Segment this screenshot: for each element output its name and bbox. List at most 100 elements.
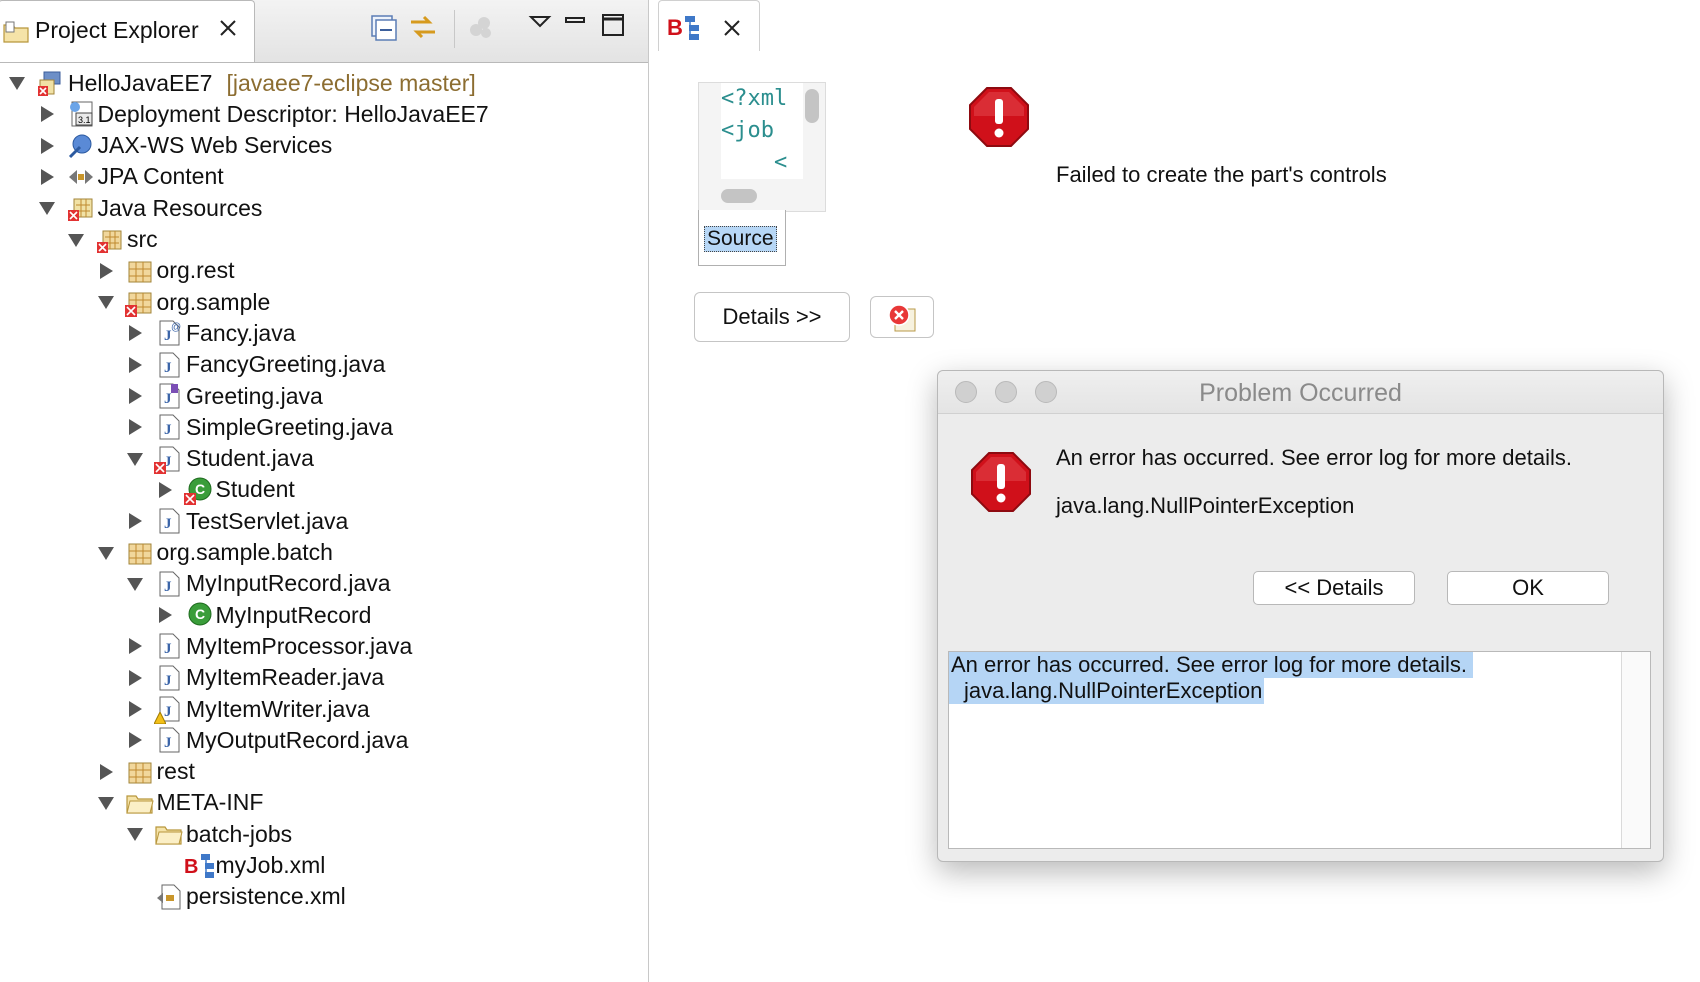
tree-item[interactable]: J Greeting.java <box>126 379 323 413</box>
tree-item-label: HelloJavaEE7 <box>68 69 213 96</box>
source-tab-label: Source <box>704 226 777 252</box>
collapse-all-icon[interactable] <box>368 12 398 42</box>
dialog-exception: java.lang.NullPointerException <box>1056 493 1355 518</box>
collapsed-arrow-icon[interactable] <box>38 105 56 123</box>
vertical-scrollbar[interactable] <box>805 89 819 123</box>
collapsed-arrow-icon[interactable] <box>97 262 115 280</box>
tree-item[interactable]: J MyOutputRecord.java <box>126 723 408 757</box>
expanded-arrow-icon[interactable] <box>67 231 85 249</box>
xml-line: < <box>721 150 788 175</box>
tree-item[interactable]: batch-jobs <box>126 817 292 851</box>
tree-item-label: Java Resources <box>97 194 263 221</box>
tree-item[interactable]: JPA Content <box>38 160 224 194</box>
tab-source[interactable]: Source <box>698 210 786 266</box>
tree-item[interactable]: J TestServlet.java <box>126 504 348 538</box>
tree-item[interactable]: J SimpleGreeting.java <box>126 410 393 444</box>
xml-source-preview[interactable]: <?xml <job < <box>698 82 826 212</box>
tree-item-label: JAX-WS Web Services <box>97 132 333 159</box>
jpa-icon <box>66 162 96 192</box>
ok-button[interactable]: OK <box>1447 571 1609 605</box>
tree-item[interactable]: src <box>67 223 158 257</box>
tree-item[interactable]: J Student.java <box>126 442 314 476</box>
tree-item[interactable]: org.sample <box>97 285 270 319</box>
expanded-arrow-icon[interactable] <box>8 74 26 92</box>
collapsed-arrow-icon[interactable] <box>126 700 144 718</box>
collapsed-arrow-icon[interactable] <box>126 418 144 436</box>
collapsed-arrow-icon[interactable] <box>126 324 144 342</box>
filter-icon[interactable] <box>466 12 496 42</box>
explorer-tab-bar: Project Explorer <box>0 0 648 63</box>
expanded-arrow-icon[interactable] <box>126 825 144 843</box>
tree-item[interactable]: J MyItemReader.java <box>126 661 384 695</box>
package-icon <box>125 256 155 286</box>
collapsed-arrow-icon[interactable] <box>126 731 144 749</box>
collapsed-arrow-icon[interactable] <box>126 387 144 405</box>
tree-item[interactable]: JAX-WS Web Services <box>38 129 333 163</box>
details-button[interactable]: Details >> <box>694 292 850 342</box>
collapsed-arrow-icon[interactable] <box>38 137 56 155</box>
tree-item-label: SimpleGreeting.java <box>186 413 394 440</box>
java-file-icon: J <box>154 506 184 536</box>
java-file-icon: J <box>154 412 184 442</box>
collapsed-arrow-icon[interactable] <box>126 512 144 530</box>
minimize-icon[interactable] <box>564 12 594 42</box>
tree-item-label: TestServlet.java <box>186 507 349 534</box>
tree-item[interactable]: Java Resources <box>38 191 263 225</box>
tree-item[interactable]: META-INF <box>97 786 263 820</box>
tree-item[interactable]: J FancyGreeting.java <box>126 348 385 382</box>
close-icon[interactable] <box>721 17 743 44</box>
close-icon[interactable] <box>217 17 239 46</box>
open-error-log-button[interactable] <box>870 296 934 338</box>
dialog-title-bar[interactable]: Problem Occurred <box>938 371 1663 414</box>
expanded-arrow-icon[interactable] <box>97 293 115 311</box>
expanded-arrow-icon[interactable] <box>126 450 144 468</box>
package-icon <box>125 757 155 787</box>
link-with-editor-icon[interactable] <box>407 12 437 42</box>
project-explorer-panel: Project Explorer HelloJavaEE7 [javaee7-ec… <box>0 0 649 982</box>
horizontal-scrollbar[interactable] <box>721 189 757 203</box>
collapsed-arrow-icon[interactable] <box>156 606 174 624</box>
tree-item[interactable]: org.rest <box>97 254 234 288</box>
view-menu-icon[interactable] <box>528 12 558 42</box>
tree-item[interactable]: 3.1 Deployment Descriptor: HelloJavaEE7 <box>38 97 489 131</box>
tree-item[interactable]: J @ Fancy.java <box>126 316 296 350</box>
tree-item[interactable]: J MyItemProcessor.java <box>126 629 412 663</box>
tree-item[interactable]: org.sample.batch <box>97 536 333 570</box>
tree-item-label: persistence.xml <box>186 883 346 910</box>
collapsed-arrow-icon[interactable] <box>38 168 56 186</box>
details-text-area[interactable]: An error has occurred. See error log for… <box>948 651 1651 849</box>
collapsed-arrow-icon[interactable] <box>126 637 144 655</box>
tree-item-label: JPA Content <box>97 163 224 190</box>
java-file-icon: J <box>154 569 184 599</box>
project-explorer-icon <box>3 21 29 48</box>
expanded-arrow-icon[interactable] <box>38 199 56 217</box>
tree-item[interactable]: C Student <box>156 473 295 507</box>
toolbar-separator <box>454 10 455 48</box>
tree-item[interactable]: C MyInputRecord <box>156 598 371 632</box>
vertical-scrollbar[interactable] <box>1621 652 1650 848</box>
tab-project-explorer[interactable]: Project Explorer <box>0 0 255 62</box>
tree-item[interactable]: HelloJavaEE7 [javaee7-eclipse master] <box>8 66 476 100</box>
editor-tab-batch-job[interactable]: B <box>658 0 760 51</box>
expanded-arrow-icon[interactable] <box>97 544 115 562</box>
tree-item-label: Fancy.java <box>186 319 296 346</box>
tree-item[interactable]: rest <box>97 755 195 789</box>
persistence-xml-icon <box>154 882 184 912</box>
batch-xml-icon: B <box>184 851 214 881</box>
java-annotation-file-icon: J @ <box>154 318 184 348</box>
maximize-icon[interactable] <box>600 12 630 42</box>
expanded-arrow-icon[interactable] <box>126 575 144 593</box>
collapsed-arrow-icon[interactable] <box>126 356 144 374</box>
java-file-icon: J <box>154 350 184 380</box>
hide-details-button[interactable]: << Details <box>1253 571 1415 605</box>
svg-text:J: J <box>164 673 172 689</box>
tree-item[interactable]: J MyItemWriter.java <box>126 692 370 726</box>
tree-item[interactable]: persistence.xml <box>126 880 346 914</box>
collapsed-arrow-icon[interactable] <box>126 669 144 687</box>
collapsed-arrow-icon[interactable] <box>97 763 115 781</box>
tree-item-label: myJob.xml <box>215 852 326 878</box>
tree-item[interactable]: J MyInputRecord.java <box>126 567 391 601</box>
tree-item[interactable]: BmyJob.xml <box>156 849 326 883</box>
collapsed-arrow-icon[interactable] <box>156 481 174 499</box>
expanded-arrow-icon[interactable] <box>97 794 115 812</box>
